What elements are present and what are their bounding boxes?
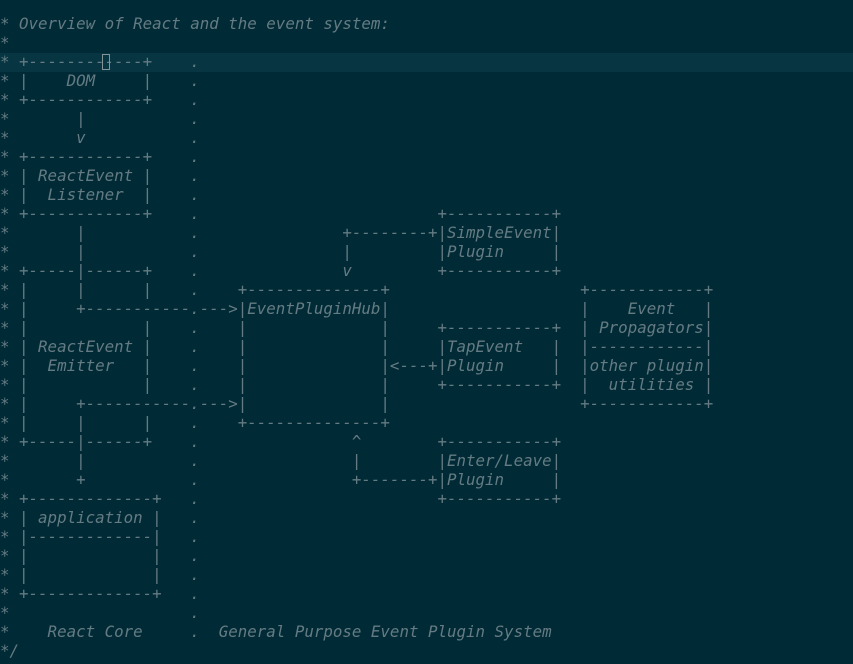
code-line[interactable]: * + . +-------+|Plugin |	[0, 470, 713, 489]
code-line[interactable]: * | | . | | +-----------+ | Propagators|	[0, 318, 713, 337]
code-line[interactable]: * | application | .	[0, 508, 713, 527]
code-line[interactable]: *	[0, 33, 713, 52]
code-line[interactable]: */	[0, 641, 713, 660]
code-line[interactable]: * | . | |Plugin |	[0, 242, 713, 261]
code-line[interactable]: * | | .	[0, 565, 713, 584]
code-line[interactable]: * | +-----------.--->| | +------------+	[0, 394, 713, 413]
code-line[interactable]: * React Core . General Purpose Event Plu…	[0, 622, 713, 641]
code-line[interactable]: * | | | . +--------------+ +------------…	[0, 280, 713, 299]
code-line[interactable]: * | .	[0, 109, 713, 128]
code-line[interactable]: * | . | |Enter/Leave|	[0, 451, 713, 470]
code-line[interactable]: * +-----|------+ . ^ +-----------+	[0, 432, 713, 451]
code-line[interactable]: * | +-----------.--->|EventPluginHub| | …	[0, 299, 713, 318]
code-line[interactable]: * | Listener | .	[0, 185, 713, 204]
code-line[interactable]: * +------------+ .	[0, 90, 713, 109]
code-line[interactable]: * v .	[0, 128, 713, 147]
code-line[interactable]: * | ReactEvent | .	[0, 166, 713, 185]
code-line[interactable]: * +-----|------+ . v +-----------+	[0, 261, 713, 280]
code-line[interactable]: * +------------+ . +-----------+	[0, 204, 713, 223]
text-cursor	[102, 54, 110, 70]
code-editor[interactable]: * Overview of React and the event system…	[0, 0, 853, 664]
code-line[interactable]: * |-------------| .	[0, 527, 713, 546]
code-text-area[interactable]: * Overview of React and the event system…	[0, 14, 713, 660]
code-line[interactable]: * | | | . +--------------+	[0, 413, 713, 432]
code-line[interactable]: * +------------+ .	[0, 147, 713, 166]
code-line[interactable]: * | Emitter | . | |<---+|Plugin | |other…	[0, 356, 713, 375]
code-line[interactable]: * | . +--------+|SimpleEvent|	[0, 223, 713, 242]
code-line[interactable]: * .	[0, 603, 713, 622]
code-line[interactable]: * | | . | | +-----------+ | utilities |	[0, 375, 713, 394]
code-line[interactable]: * | | .	[0, 546, 713, 565]
code-line[interactable]: * +-------------+ . +-----------+	[0, 489, 713, 508]
code-line[interactable]: * +-------------+ .	[0, 584, 713, 603]
code-line[interactable]: * | ReactEvent | . | | |TapEvent | |----…	[0, 337, 713, 356]
code-line[interactable]: * | DOM | .	[0, 71, 713, 90]
code-line[interactable]: * Overview of React and the event system…	[0, 14, 713, 33]
